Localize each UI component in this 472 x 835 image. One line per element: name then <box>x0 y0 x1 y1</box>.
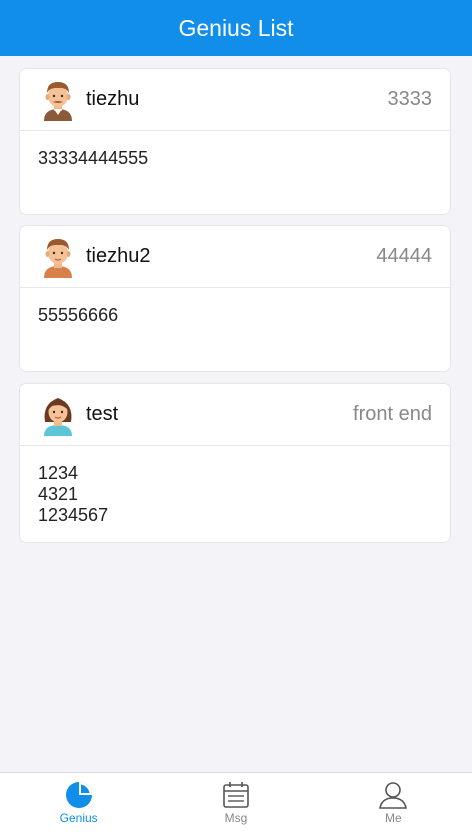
card-body: 55556666 <box>20 288 450 326</box>
card-name: tiezhu2 <box>86 245 151 267</box>
card-extra: 3333 <box>387 88 433 110</box>
card-header: tiezhu2 44444 <box>20 226 450 288</box>
genius-card[interactable]: tiezhu2 44444 55556666 <box>19 225 451 372</box>
tab-msg[interactable]: Msg <box>157 773 314 835</box>
card-extra: 44444 <box>376 245 432 267</box>
card-name: tiezhu <box>86 88 140 110</box>
card-line: 33334444555 <box>38 148 149 168</box>
genius-card[interactable]: tiezhu 3333 33334444555 <box>19 68 451 215</box>
card-line: 55556666 <box>38 305 119 325</box>
page-title: Genius List <box>178 14 294 41</box>
tab-me[interactable]: Me <box>315 773 472 835</box>
card-body: 33334444555 <box>20 131 450 169</box>
pie-chart-icon <box>64 780 94 810</box>
card-line: 4321 <box>38 484 79 504</box>
boy-avatar-icon <box>40 78 78 122</box>
card-name: test <box>86 403 119 425</box>
tab-label: Me <box>384 811 402 825</box>
user-icon <box>378 780 408 810</box>
card-line: 1234567 <box>38 505 109 525</box>
tab-genius[interactable]: Genius <box>0 773 157 835</box>
tab-label: Msg <box>224 811 248 825</box>
calendar-icon <box>221 780 251 810</box>
card-extra: front end <box>353 403 432 425</box>
card-header: test front end <box>20 384 450 446</box>
card-line: 1234 <box>38 463 79 483</box>
navbar: Genius List <box>0 0 472 56</box>
girl-avatar-icon <box>40 393 78 437</box>
card-header: tiezhu 3333 <box>20 69 450 131</box>
tab-label: Genius <box>59 811 98 825</box>
genius-card[interactable]: test front end 1234 4321 1234567 <box>19 383 451 543</box>
card-body: 1234 4321 1234567 <box>20 446 450 526</box>
boy-avatar-icon <box>40 235 78 279</box>
tab-bar: Genius Msg Me <box>0 772 472 835</box>
